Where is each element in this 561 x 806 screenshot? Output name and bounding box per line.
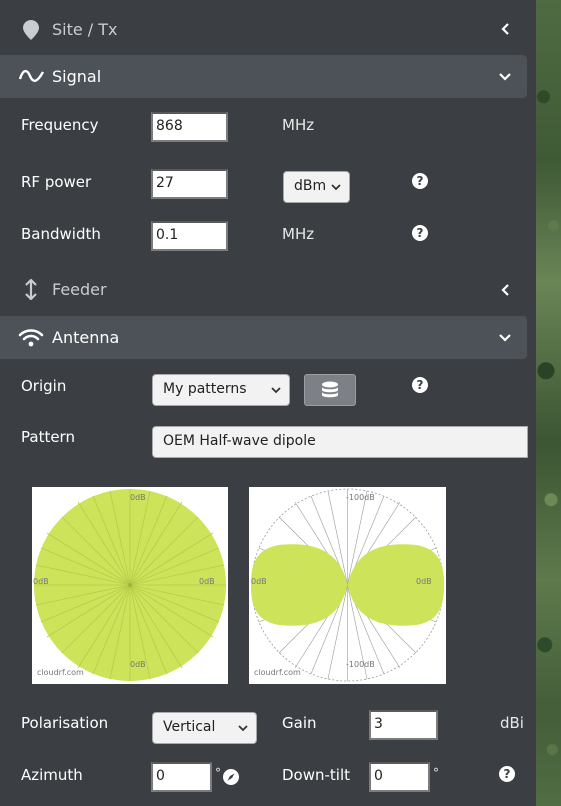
help-icon[interactable]: ? bbox=[412, 377, 428, 393]
database-button[interactable] bbox=[304, 374, 356, 406]
plot-label-left: 0dB bbox=[251, 577, 267, 586]
gain-unit: dBi bbox=[500, 714, 524, 732]
rf-power-unit-value: dBm bbox=[294, 178, 327, 194]
pattern-label: Pattern bbox=[21, 428, 75, 446]
plot-label-left: 0dB bbox=[33, 577, 49, 586]
origin-select[interactable]: My patterns bbox=[152, 374, 290, 406]
origin-label: Origin bbox=[21, 377, 67, 395]
downtilt-input[interactable]: 0 bbox=[369, 762, 430, 792]
settings-panel: Site / Tx Signal Frequency 868 MHz RF po… bbox=[0, 0, 536, 806]
bandwidth-input[interactable]: 0.1 bbox=[151, 221, 228, 251]
downtilt-unit: ° bbox=[433, 766, 439, 780]
origin-value: My patterns bbox=[163, 381, 247, 397]
rf-power-unit-select[interactable]: dBm bbox=[283, 171, 350, 203]
polarisation-value: Vertical bbox=[163, 719, 216, 735]
sine-wave-icon bbox=[19, 69, 44, 82]
chevron-down-icon bbox=[331, 184, 341, 191]
plot-watermark: cloudrf.com bbox=[254, 668, 301, 677]
section-antenna-header[interactable]: Antenna bbox=[0, 316, 527, 359]
polarisation-label: Polarisation bbox=[21, 714, 109, 732]
plot-label-right: 0dB bbox=[199, 577, 215, 586]
plot-label-bottom: -100dB bbox=[346, 660, 375, 669]
section-signal-header[interactable]: Signal bbox=[0, 55, 527, 98]
chevron-down-icon[interactable] bbox=[498, 69, 512, 83]
vertical-pattern-plot: -100dB 0dB 0dB -100dB cloudrf.com bbox=[249, 487, 446, 684]
chevron-left-icon[interactable] bbox=[499, 22, 513, 36]
vertical-arrows-icon bbox=[25, 279, 37, 300]
polarisation-select[interactable]: Vertical bbox=[152, 712, 257, 744]
bandwidth-unit: MHz bbox=[282, 225, 315, 243]
map-background[interactable] bbox=[536, 0, 561, 806]
frequency-unit: MHz bbox=[282, 116, 315, 134]
compass-icon[interactable] bbox=[223, 769, 239, 789]
rf-power-label: RF power bbox=[21, 173, 92, 191]
plot-label-bottom: 0dB bbox=[130, 660, 146, 669]
chevron-down-icon bbox=[271, 387, 281, 394]
chevron-down-icon[interactable] bbox=[498, 330, 512, 344]
section-feeder-title: Feeder bbox=[52, 280, 107, 299]
section-signal-title: Signal bbox=[52, 67, 102, 86]
help-icon[interactable]: ? bbox=[499, 766, 515, 782]
azimuth-label: Azimuth bbox=[21, 766, 83, 784]
section-antenna-title: Antenna bbox=[52, 328, 120, 347]
plot-label-top: -100dB bbox=[346, 493, 375, 502]
gain-input[interactable]: 3 bbox=[369, 710, 438, 740]
wifi-icon bbox=[18, 329, 44, 347]
frequency-label: Frequency bbox=[21, 116, 99, 134]
chevron-down-icon bbox=[238, 725, 248, 732]
azimuth-unit: ° bbox=[215, 766, 221, 780]
map-pin-icon bbox=[23, 20, 39, 44]
help-icon[interactable]: ? bbox=[412, 173, 428, 189]
database-icon bbox=[322, 381, 338, 398]
azimuth-input[interactable]: 0 bbox=[151, 762, 212, 792]
horizontal-pattern-plot: 0dB 0dB 0dB 0dB cloudrf.com bbox=[32, 487, 228, 684]
pattern-select[interactable]: OEM Half-wave dipole bbox=[152, 426, 528, 458]
frequency-input[interactable]: 868 bbox=[151, 112, 228, 142]
section-site-title: Site / Tx bbox=[52, 20, 118, 39]
pattern-value: OEM Half-wave dipole bbox=[163, 433, 316, 449]
bandwidth-label: Bandwidth bbox=[21, 225, 101, 243]
rf-power-input[interactable]: 27 bbox=[151, 169, 228, 199]
chevron-left-icon[interactable] bbox=[499, 283, 513, 297]
plot-label-right: 0dB bbox=[416, 577, 432, 586]
downtilt-label: Down-tilt bbox=[282, 766, 351, 784]
plot-label-top: 0dB bbox=[130, 493, 146, 502]
gain-label: Gain bbox=[282, 714, 317, 732]
plot-watermark: cloudrf.com bbox=[37, 668, 84, 677]
help-icon[interactable]: ? bbox=[412, 225, 428, 241]
